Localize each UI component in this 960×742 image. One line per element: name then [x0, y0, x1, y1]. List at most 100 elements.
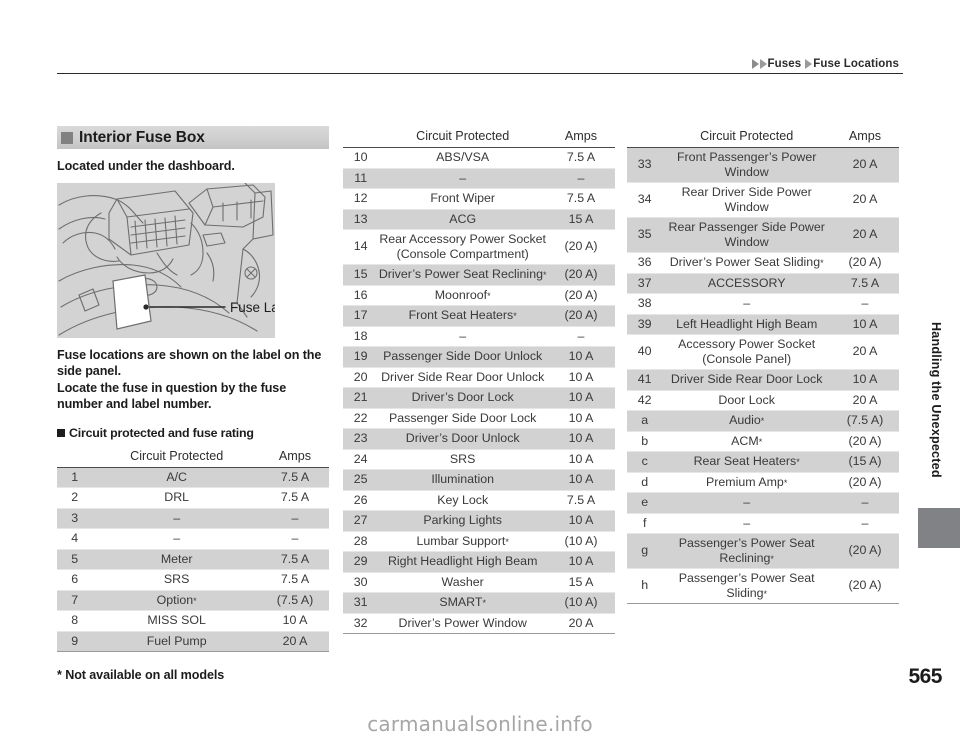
table-row: 1 A/C 7.5 A	[57, 467, 329, 488]
table-row: 30 Washer 15 A	[343, 572, 615, 593]
cell-amps: 20 A	[830, 182, 899, 218]
cell-circuit-protected: SMART*	[378, 592, 547, 614]
cell-amps: 7.5 A	[546, 147, 615, 169]
cell-circuit-protected: Parking Lights	[378, 510, 547, 532]
column-header-amps: Amps	[830, 126, 899, 148]
cell-circuit-protected: Front Seat Heaters*	[378, 305, 547, 327]
amps-text: 10 A	[568, 410, 594, 425]
table-row: e – –	[627, 492, 899, 514]
table-row: 8 MISS SOL 10 A	[57, 610, 329, 632]
cell-amps: 10 A	[546, 469, 615, 491]
table-row: 13 ACG 15 A	[343, 209, 615, 230]
cell-circuit-protected: Driver Side Rear Door Unlock	[378, 367, 547, 388]
circuit-text: SMART*	[439, 595, 486, 609]
amps-text: (15 A)	[848, 454, 882, 468]
cell-fuse-number: 4	[57, 528, 93, 550]
cell-circuit-protected: ABS/VSA	[378, 147, 547, 169]
table-row: 22 Passenger Side Door Lock 10 A	[343, 408, 615, 429]
footnote: * Not available on all models	[57, 668, 225, 682]
amps-text: –	[577, 328, 585, 343]
circuit-text: Lumbar Support*	[416, 533, 509, 548]
table-row: 41 Driver Side Rear Door Lock 10 A	[627, 369, 899, 391]
table-header-row: Circuit Protected Amps	[343, 126, 615, 148]
page-title: Interior Fuse Box	[79, 128, 205, 146]
cell-fuse-number: 27	[343, 510, 379, 532]
chapter-name: Handling the Unexpected	[929, 322, 943, 478]
amps-text: –	[291, 531, 299, 545]
asterisk-marker: *	[760, 416, 765, 426]
breadcrumb-item-fuse-locations[interactable]: Fuse Locations	[813, 58, 899, 70]
amps-text: (20 A)	[848, 543, 882, 558]
circuit-text: Driver’s Door Lock	[411, 390, 514, 404]
table-row: 24 SRS 10 A	[343, 449, 615, 470]
cell-fuse-number: d	[627, 472, 663, 493]
cell-circuit-protected: Passenger’s Power Seat Sliding*	[662, 568, 831, 604]
amps-text: 10 A	[568, 390, 594, 404]
cell-circuit-protected: Rear Driver Side Power Window	[662, 182, 831, 218]
cell-circuit-protected: Passenger Side Door Unlock	[378, 346, 547, 368]
asterisk-marker: *	[783, 477, 788, 488]
cell-amps: (20 A)	[546, 305, 615, 327]
cell-amps: –	[830, 513, 899, 534]
cell-fuse-number: 31	[343, 592, 379, 614]
circuit-text: Driver’s Door Unlock	[405, 431, 520, 445]
amps-text: 10 A	[568, 349, 594, 363]
circuit-text: Passenger’s Power Seat Sliding*	[678, 571, 815, 600]
cell-circuit-protected: –	[662, 293, 831, 315]
cell-fuse-number: 42	[627, 390, 663, 411]
table-row: 15 Driver’s Power Seat Reclining* (20 A)	[343, 264, 615, 286]
circuit-text: Left Headlight High Beam	[676, 316, 818, 331]
table-row: 6 SRS 7.5 A	[57, 569, 329, 591]
table-row: 31 SMART* (10 A)	[343, 592, 615, 614]
circuit-text: Passenger Side Door Lock	[388, 410, 537, 425]
cell-amps: 7.5 A	[260, 569, 329, 591]
page-number: 565	[908, 665, 942, 688]
cell-amps: (10 A)	[546, 592, 615, 614]
amps-text: (10 A)	[564, 533, 598, 548]
cell-circuit-protected: Driver’s Power Window	[378, 613, 547, 634]
circuit-text: Moonroof*	[434, 287, 491, 302]
watermark: carmanualsonline.info	[367, 712, 593, 736]
amps-text: 10 A	[568, 431, 594, 445]
table-row: c Rear Seat Heaters* (15 A)	[627, 451, 899, 473]
asterisk-marker: *	[770, 553, 774, 564]
cell-amps: –	[830, 492, 899, 514]
asterisk-marker: *	[542, 270, 547, 280]
circuit-text: –	[743, 515, 751, 530]
amps-text: –	[861, 296, 869, 310]
cell-amps: 20 A	[830, 334, 899, 370]
table-row: 39 Left Headlight High Beam 10 A	[627, 314, 899, 335]
breadcrumb: Fuses Fuse Locations	[751, 58, 904, 70]
cell-amps: 7.5 A	[260, 467, 329, 488]
circuit-text: Audio*	[729, 413, 765, 427]
table-row: d Premium Amp* (20 A)	[627, 472, 899, 493]
cell-amps: 10 A	[260, 610, 329, 632]
cell-circuit-protected: Driver’s Power Seat Reclining*	[378, 264, 547, 286]
circuit-text: ACG	[449, 211, 477, 226]
table-row: g Passenger’s Power Seat Reclining* (20 A)	[627, 533, 899, 569]
circuit-text: Front Seat Heaters*	[408, 308, 517, 322]
amps-text: (20 A)	[848, 433, 882, 448]
cell-circuit-protected: –	[92, 528, 261, 550]
cell-fuse-number: 2	[57, 487, 93, 509]
cell-fuse-number: 20	[343, 367, 379, 388]
cell-amps: 15 A	[546, 572, 615, 593]
cell-amps: 10 A	[830, 314, 899, 335]
cell-fuse-number: g	[627, 533, 663, 569]
cell-amps: (20 A)	[546, 229, 615, 265]
cell-fuse-number: a	[627, 410, 663, 432]
cell-circuit-protected: DRL	[92, 487, 261, 509]
cell-circuit-protected: Right Headlight High Beam	[378, 551, 547, 573]
column-header-circuit: Circuit Protected	[92, 445, 261, 468]
cell-circuit-protected: Premium Amp*	[662, 472, 831, 493]
chevron-right-icon	[805, 59, 813, 69]
cell-fuse-number: 40	[627, 334, 663, 370]
cell-circuit-protected: –	[92, 508, 261, 529]
subheading-label: Circuit protected and fuse rating	[69, 425, 254, 440]
table-row: 36 Driver’s Power Seat Sliding* (20 A)	[627, 252, 899, 274]
circuit-text: Fuel Pump	[146, 633, 207, 648]
circuit-text: A/C	[166, 469, 187, 484]
paragraph-locate-fuse: Locate the fuse in question by the fuse …	[57, 380, 287, 412]
breadcrumb-item-fuses[interactable]: Fuses	[768, 58, 802, 70]
cell-fuse-number: 36	[627, 252, 663, 274]
